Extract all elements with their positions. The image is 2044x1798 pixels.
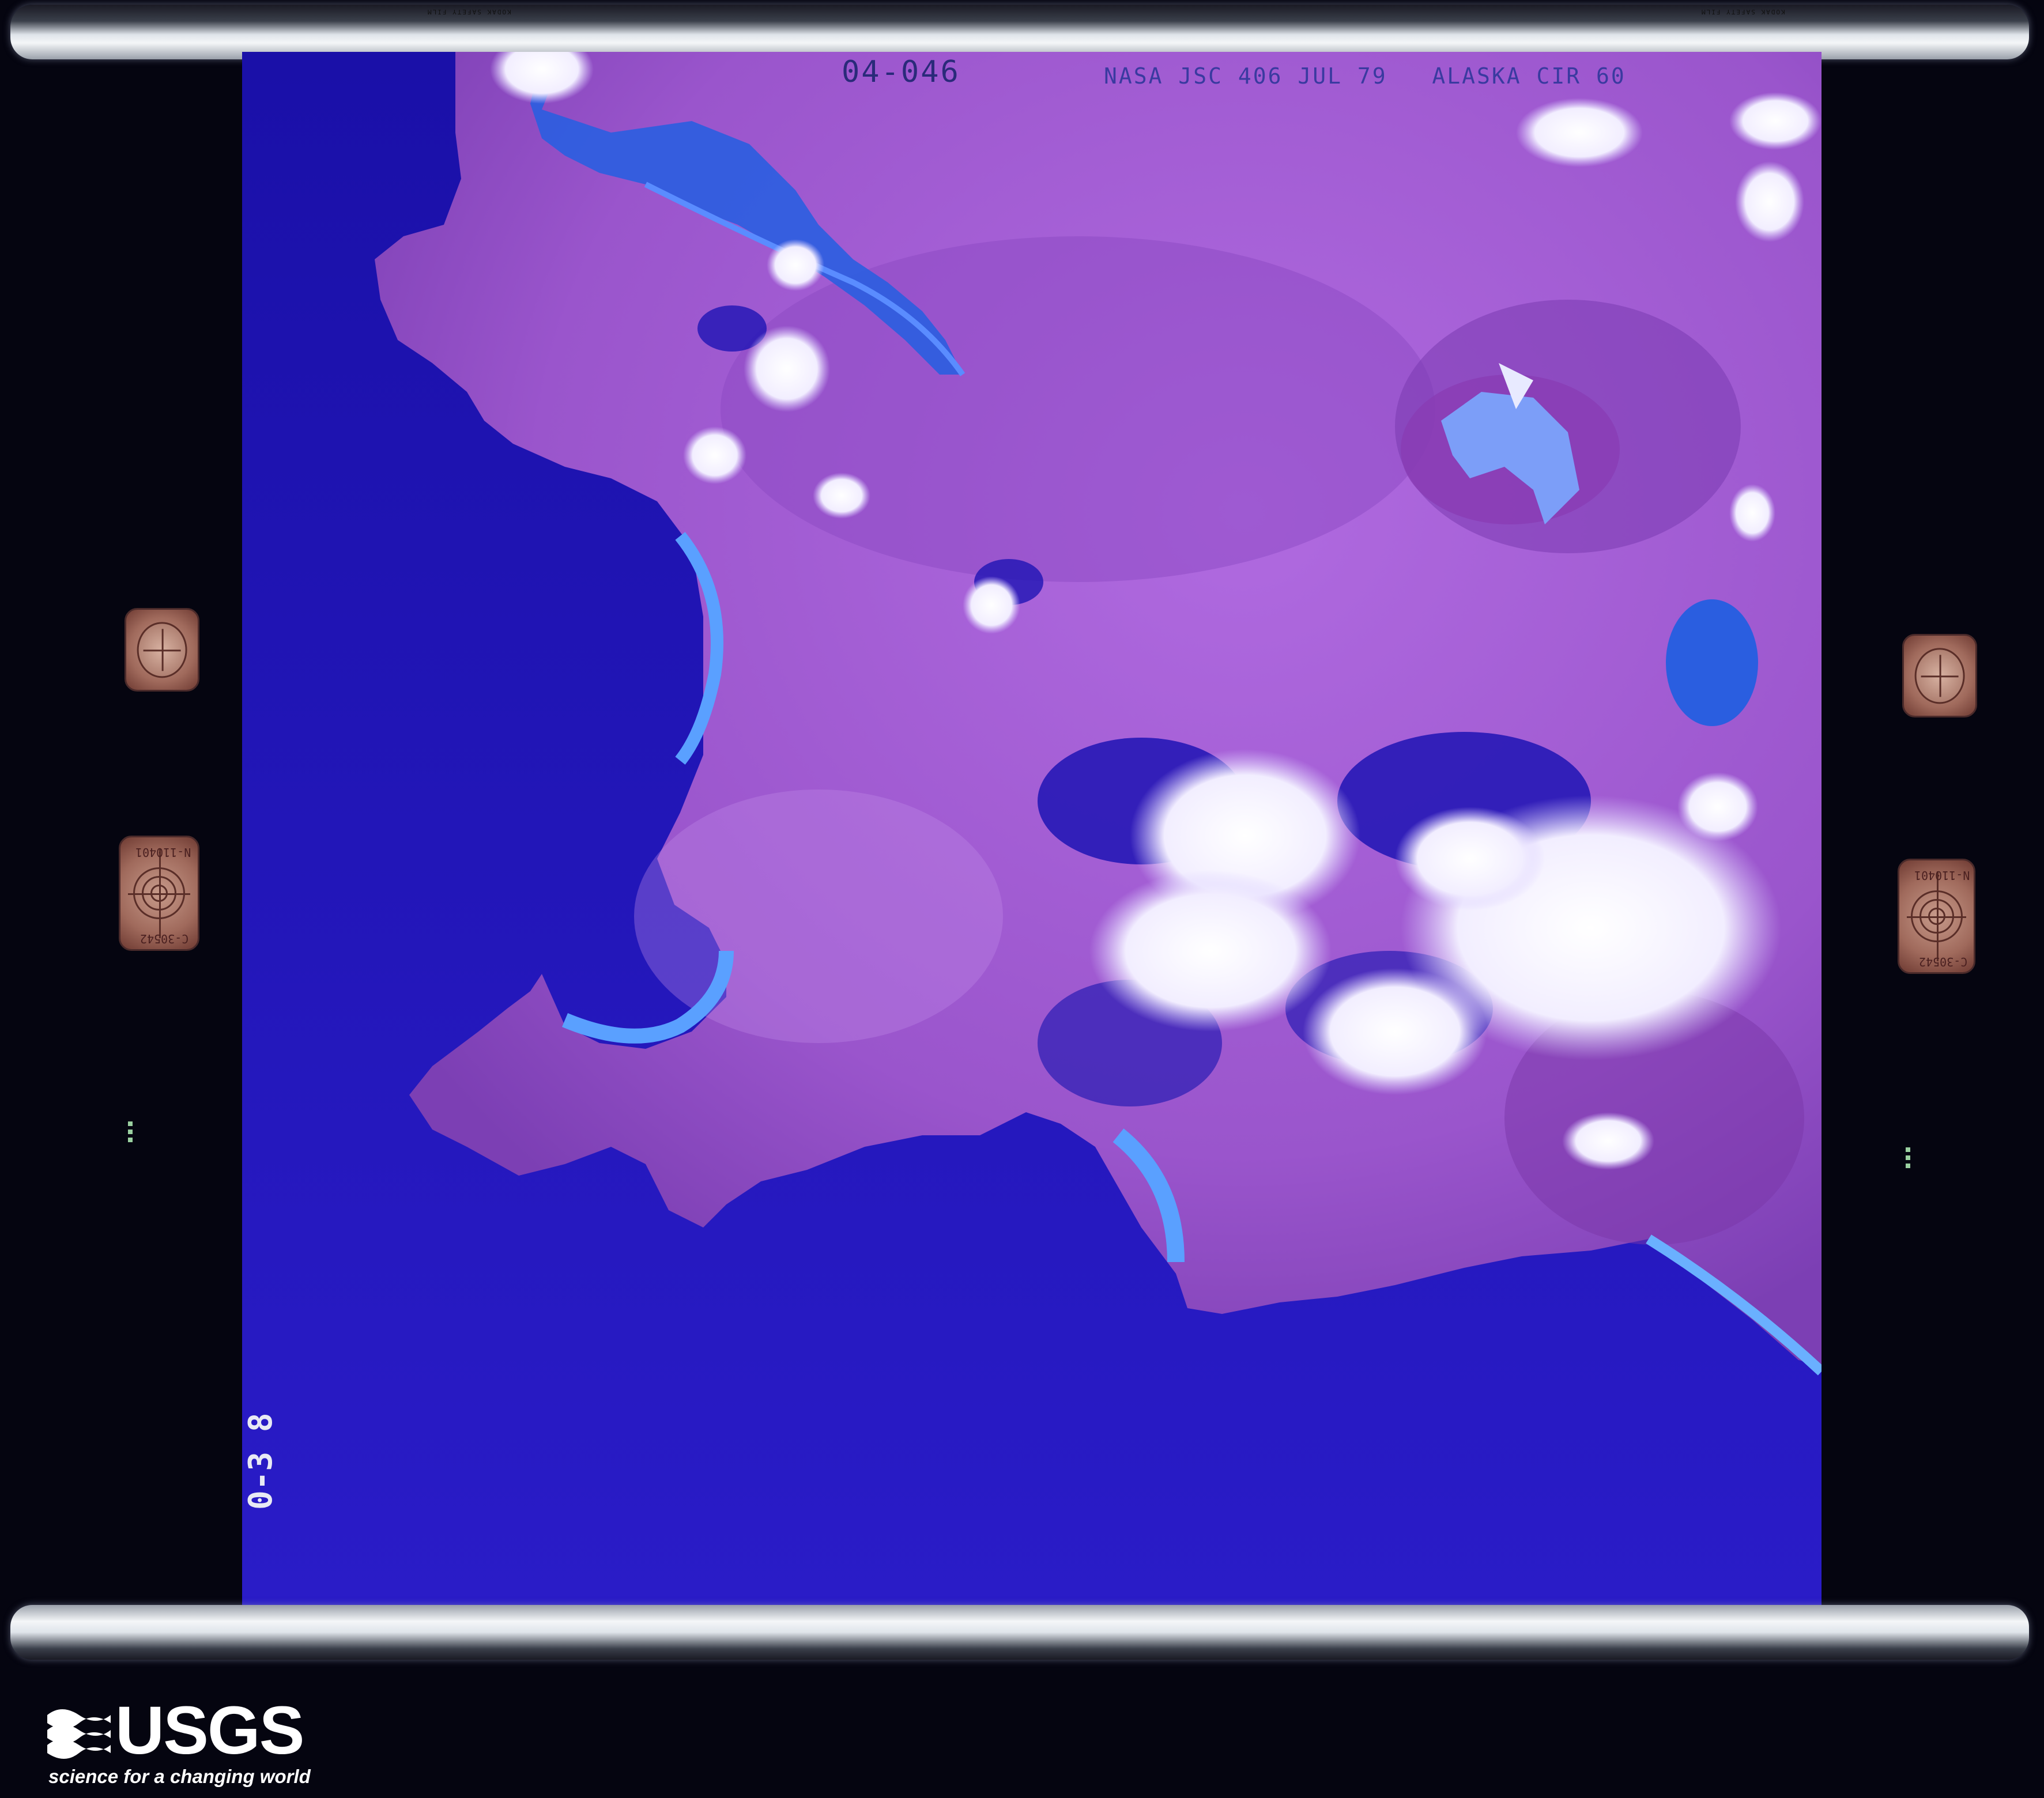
photo-header-annotation: NASA JSC 406 JUL 79 ALASKA CIR 60 [1104,63,1626,89]
edge-ticks-left [128,1118,151,1153]
cloud [744,326,830,412]
usgs-logo: USGS science for a changing world [47,1697,311,1794]
aerial-photo [242,52,1822,1631]
gauge-code: N-110401 [1914,868,1970,882]
cloud [1729,484,1775,542]
relief [721,236,1435,582]
usgs-tagline: science for a changing world [48,1766,311,1787]
clock-dial-icon [1914,647,1965,704]
film-edge-bottom [10,1605,2029,1660]
roll-code: 0-3 8 [242,1412,280,1510]
cloud [683,426,746,484]
usgs-wordmark: USGS [115,1693,304,1769]
clock-dial-icon [137,621,187,678]
target-gauge-right: N-110401 C-30542 [1898,859,1975,974]
usgs-wave-icon [47,1709,111,1759]
gauge-code: C-30542 [140,932,189,946]
frame-number: 04-046 [842,55,960,89]
film-frame: KODAK SAFETY FILM KODAK SAFETY FILM 04-0… [0,0,2044,1798]
cloud [1735,161,1804,242]
cloud [1395,807,1545,911]
cloud [813,473,870,519]
cloud [1303,968,1487,1095]
cloud [1089,870,1332,1032]
clock-gauge-right [1902,634,1977,717]
gauge-code: N-110401 [135,845,191,859]
edge-ticks-right [1906,1144,1929,1178]
cloud [1677,772,1758,841]
cloud [1516,98,1643,167]
cloud [963,576,1020,634]
gauge-code: C-30542 [1919,955,1968,969]
clock-gauge-left [125,608,199,692]
relief [634,790,1003,1043]
cloud [1562,1112,1654,1170]
cloud [767,239,824,291]
target-gauge-left: N-110401 C-30542 [119,836,199,951]
film-edge-label: KODAK SAFETY FILM [427,8,511,16]
cloud [1729,92,1822,150]
lake [1666,599,1758,726]
film-edge-label: KODAK SAFETY FILM [1700,8,1785,16]
